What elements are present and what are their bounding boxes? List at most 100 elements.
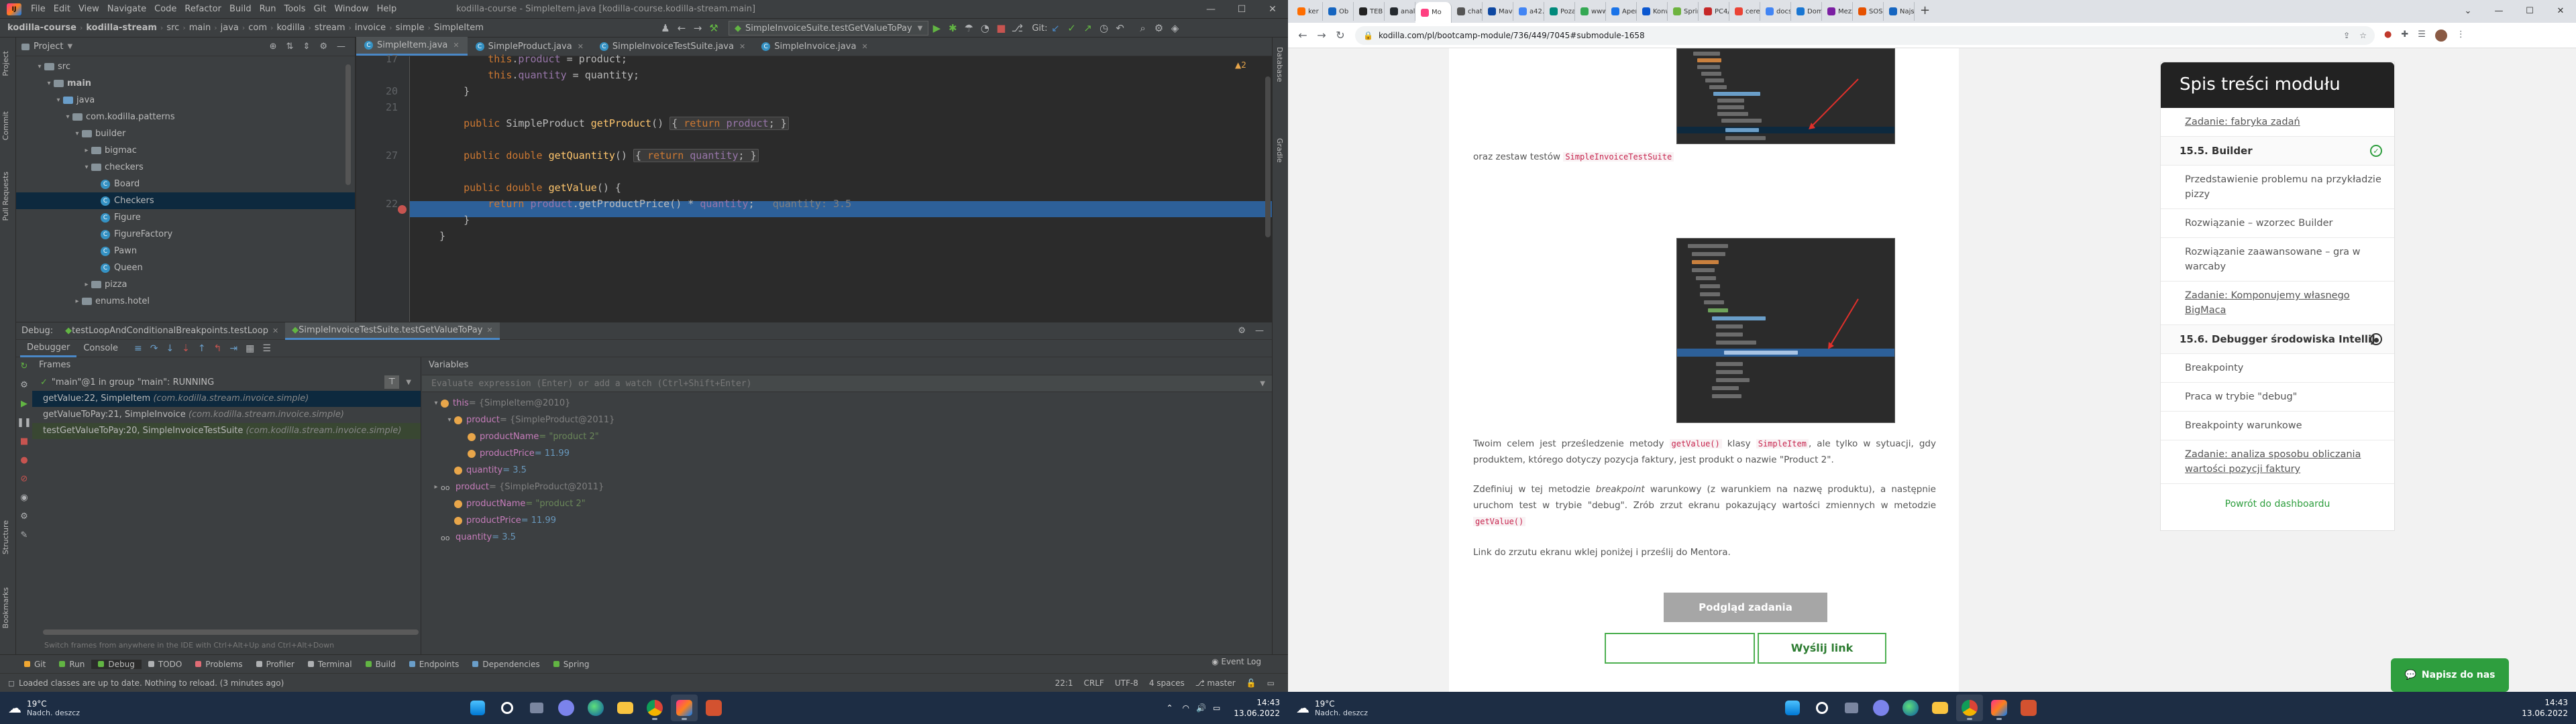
indent[interactable]: 4 spaces [1144, 678, 1190, 688]
tool-problems[interactable]: Problems [189, 660, 249, 669]
variable-row[interactable]: quantity = 3.5 [422, 462, 1272, 479]
vtab-database[interactable]: Database [1275, 47, 1284, 82]
chevron-down-icon[interactable]: ▼ [406, 379, 411, 386]
maximize-icon[interactable]: ☐ [1226, 0, 1257, 19]
intellij-icon[interactable] [671, 695, 698, 721]
pause-icon[interactable]: ❚❚ [16, 414, 32, 432]
tree-item-bigmac[interactable]: ▸ bigmac [16, 142, 355, 159]
minimize-icon[interactable]: — [1195, 0, 1226, 19]
git-update-icon[interactable]: ↙ [1048, 20, 1064, 36]
rerun-icon[interactable]: ↻ [16, 357, 32, 376]
reload-icon[interactable]: ↻ [1331, 29, 1350, 42]
send-link-button[interactable]: Wyślij link [1758, 633, 1886, 664]
vtab-structure[interactable]: Structure [1, 520, 10, 554]
subtab-console[interactable]: Console [76, 340, 125, 357]
gear-icon[interactable]: ⚙ [1238, 326, 1246, 336]
stack-frame[interactable]: getValueToPay:21, SimpleInvoice (com.kod… [32, 407, 421, 423]
breadcrumb-item[interactable]: SimpleItem [432, 23, 486, 33]
gear-icon[interactable]: ⚙ [319, 42, 327, 52]
close-tab-icon[interactable]: ✕ [861, 42, 867, 51]
git-commit-icon[interactable]: ✓ [1064, 20, 1080, 36]
menu-window[interactable]: Window [330, 4, 372, 14]
minimize-icon[interactable]: — [2483, 0, 2514, 23]
tool-git[interactable]: Git [17, 660, 52, 669]
ide-logo-small-icon[interactable]: ◈ [1167, 20, 1183, 36]
view-breakpoints-icon[interactable]: ● [16, 451, 32, 470]
run-config-select[interactable]: ◆ SimpleInvoiceSuite.testGetValueToPay ▼ [729, 21, 929, 36]
editor-scrollbar[interactable] [1265, 76, 1271, 237]
menu-run[interactable]: Run [256, 4, 280, 14]
battery-icon[interactable]: ▭ [1213, 703, 1220, 713]
tool-terminal[interactable]: Terminal [301, 660, 359, 669]
menu-git[interactable]: Git [310, 4, 331, 14]
tool-debug[interactable]: Debug [91, 659, 142, 669]
toc-item[interactable]: Przedstawienie problemu na przykładzie p… [2161, 166, 2394, 209]
browser-tab[interactable]: docs.g [1760, 2, 1791, 21]
coverage-icon[interactable]: ☂ [961, 20, 977, 36]
variable-row[interactable]: ▸ oo product = {SimpleProduct@2011} [422, 479, 1272, 495]
git-branch[interactable]: ⎇ master [1190, 678, 1241, 688]
toc-item[interactable]: Rozwiązanie – wzorzec Builder [2161, 209, 2394, 238]
forward-icon[interactable]: → [1312, 29, 1331, 42]
chat-button[interactable]: 💬 Napisz do nas [2391, 658, 2509, 692]
vtab-commit[interactable]: Commit [1, 111, 10, 140]
caret-position[interactable]: 22:1 [1050, 678, 1079, 688]
file-encoding[interactable]: UTF-8 [1110, 678, 1144, 688]
show-execution-point-icon[interactable]: ≡ [134, 343, 142, 354]
close-tab-icon[interactable]: ✕ [272, 326, 278, 335]
warnings-count[interactable]: ▲2 [1235, 60, 1246, 70]
start-button[interactable] [464, 695, 491, 721]
menu-code[interactable]: Code [150, 4, 180, 14]
hide-icon[interactable]: — [337, 42, 345, 52]
chevron-down-icon[interactable]: ▾ [54, 97, 63, 104]
step-out-icon[interactable]: ↑ [198, 343, 206, 354]
menu-edit[interactable]: Edit [50, 4, 74, 14]
toc-item[interactable]: Zadanie: Komponujemy własnego BigMaca [2161, 282, 2394, 325]
tool-profiler[interactable]: Profiler [250, 660, 301, 669]
browser-tab[interactable]: SOS22 [1853, 2, 1884, 21]
variable-row[interactable]: productPrice = 11.99 [422, 445, 1272, 462]
close-tab-icon[interactable]: ✕ [578, 42, 584, 51]
tab-simpleinvoice-java[interactable]: C SimpleInvoice.java ✕ [753, 37, 875, 56]
menu-refactor[interactable]: Refactor [180, 4, 225, 14]
debug-session-tab[interactable]: ◆ testLoopAndConditionalBreakpoints.test… [58, 322, 285, 340]
browser-tab[interactable]: ceremi [1729, 2, 1760, 21]
browser-tab[interactable]: Mavan [1483, 2, 1513, 21]
vtab-gradle[interactable]: Gradle [1275, 138, 1284, 163]
expand-all-icon[interactable]: ⇕ [303, 42, 310, 52]
stack-frame[interactable]: getValue:22, SimpleItem (com.kodilla.str… [32, 391, 421, 407]
run-to-cursor-icon[interactable]: ⇥ [229, 343, 237, 354]
browser-tab[interactable]: TEB zr [1354, 2, 1385, 21]
tree-item-pizza[interactable]: ▸ pizza [16, 276, 355, 293]
task-view-icon[interactable] [1838, 695, 1865, 721]
breadcrumb-item[interactable]: src [164, 23, 181, 33]
tool-dependencies[interactable]: Dependencies [466, 660, 546, 669]
breadcrumb-item[interactable]: kodilla-stream [84, 23, 159, 33]
close-tab-icon[interactable]: ✕ [453, 41, 459, 50]
task-view-icon[interactable] [523, 695, 550, 721]
stop-icon[interactable]: ■ [993, 20, 1009, 36]
volume-icon[interactable]: 🔊 [1196, 703, 1206, 713]
chevron-down-icon[interactable]: ▾ [72, 130, 82, 137]
git-push-icon[interactable]: ↗ [1080, 20, 1096, 36]
breadcrumb-item[interactable]: java [219, 23, 241, 33]
menu-file[interactable]: File [27, 4, 50, 14]
memory-icon[interactable]: ▭ [1262, 678, 1280, 688]
profile-icon[interactable]: ◔ [977, 20, 993, 36]
tab-search-icon[interactable]: ⌄ [2453, 0, 2483, 23]
clock[interactable]: 14:43 13.06.2022 [1234, 697, 1280, 719]
browser-tab[interactable]: a42.ehr [1513, 2, 1544, 21]
puzzle-icon[interactable]: ✚ [2401, 29, 2408, 42]
edge-icon[interactable] [1897, 695, 1924, 721]
star-icon[interactable]: ☆ [2359, 31, 2367, 40]
maximize-icon[interactable]: ☐ [2514, 0, 2545, 23]
explorer-icon[interactable] [1927, 695, 1953, 721]
close-tab-icon[interactable]: ✕ [486, 326, 492, 335]
tool-endpoints[interactable]: Endpoints [402, 660, 466, 669]
back-icon[interactable]: ← [674, 20, 690, 36]
tool-todo[interactable]: TODO [142, 660, 189, 669]
breadcrumb-item[interactable]: stream [313, 23, 347, 33]
browser-tab[interactable]: Mezzy! [1822, 2, 1853, 21]
menu-view[interactable]: View [74, 4, 103, 14]
intellij-icon[interactable] [1986, 695, 2012, 721]
